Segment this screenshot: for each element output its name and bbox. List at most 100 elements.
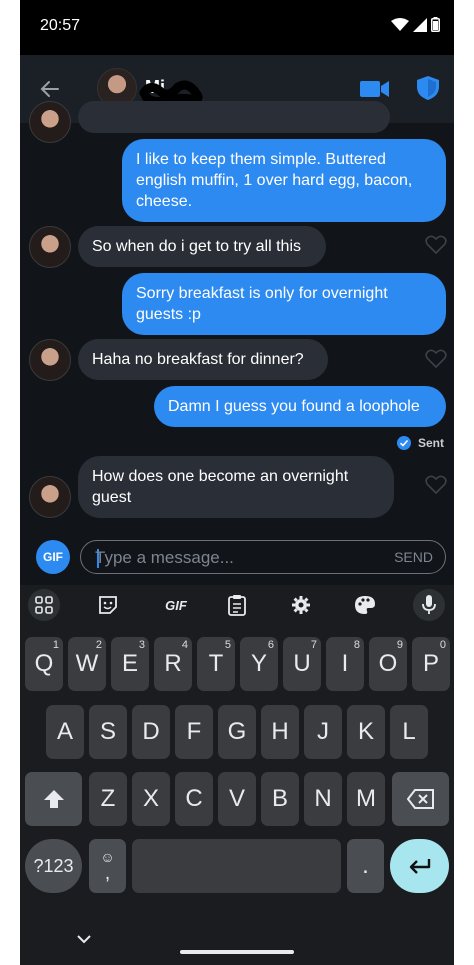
key-e[interactable]: E3	[111, 637, 149, 691]
key-r[interactable]: R4	[154, 637, 192, 691]
key-f[interactable]: F	[175, 705, 213, 759]
keyboard-toolbar: GIF	[20, 585, 454, 625]
contact-avatar	[29, 476, 71, 518]
sent-label: Sent	[418, 436, 445, 450]
key-number-hint: 9	[396, 639, 403, 651]
key-label: O	[378, 650, 398, 677]
backspace-icon	[406, 789, 434, 809]
key-number-hint: 5	[224, 639, 231, 651]
message-bubble-incoming: Haha no breakfast for dinner?	[78, 339, 328, 380]
key-number-hint: 7	[310, 639, 317, 651]
video-call-icon[interactable]	[360, 79, 390, 99]
wifi-icon	[391, 17, 409, 31]
clipboard-icon[interactable]	[221, 589, 253, 621]
key-number-hint: 1	[52, 639, 59, 651]
message-bubble-outgoing: Sorry breakfast is only for overnight gu…	[122, 273, 446, 335]
space-key[interactable]	[132, 839, 341, 893]
key-l[interactable]: L	[390, 705, 428, 759]
message-field[interactable]: SEND	[80, 540, 446, 574]
key-number-hint: 6	[267, 639, 274, 651]
message-bubble-incoming	[78, 101, 390, 133]
like-heart-icon[interactable]	[425, 235, 447, 255]
contact-avatar	[29, 101, 71, 143]
system-nav-bar	[20, 925, 454, 965]
key-label: W	[75, 650, 99, 677]
key-k[interactable]: K	[347, 705, 385, 759]
key-h[interactable]: H	[261, 705, 299, 759]
comma-label: ,	[104, 862, 111, 884]
battery-icon	[431, 17, 440, 32]
status-icons	[391, 17, 440, 32]
key-b[interactable]: B	[261, 772, 299, 826]
key-v[interactable]: V	[218, 772, 256, 826]
status-bar: 20:57	[20, 0, 454, 55]
hide-keyboard-chevron-icon[interactable]	[76, 933, 92, 945]
key-m[interactable]: M	[347, 772, 385, 826]
key-w[interactable]: W2	[68, 637, 106, 691]
key-label: E	[121, 650, 138, 677]
key-u[interactable]: U7	[283, 637, 321, 691]
like-heart-icon[interactable]	[425, 349, 447, 369]
theme-palette-icon[interactable]	[349, 589, 381, 621]
home-gesture-pill[interactable]	[180, 950, 294, 954]
key-g[interactable]: G	[218, 705, 256, 759]
emoji-comma-key[interactable]: ☺ ,	[89, 839, 126, 893]
shift-key[interactable]	[25, 772, 82, 826]
settings-gear-icon[interactable]	[285, 589, 317, 621]
key-o[interactable]: O9	[369, 637, 407, 691]
key-d[interactable]: D	[132, 705, 170, 759]
message-input[interactable]	[95, 548, 375, 568]
sent-check-icon	[397, 436, 411, 450]
back-arrow-icon[interactable]	[38, 77, 62, 101]
key-n[interactable]: N	[304, 772, 342, 826]
gif-keyboard-button[interactable]: GIF	[156, 589, 196, 621]
key-number-hint: 2	[95, 639, 102, 651]
key-label: U	[293, 650, 311, 677]
key-label: I	[341, 650, 349, 677]
gif-button[interactable]: GIF	[36, 540, 70, 574]
key-number-hint: 8	[353, 639, 360, 651]
microphone-icon[interactable]	[413, 589, 445, 621]
key-a[interactable]: A	[46, 705, 84, 759]
enter-arrow-icon	[409, 859, 430, 874]
key-label: R	[164, 650, 182, 677]
sent-status: Sent	[396, 435, 444, 451]
key-c[interactable]: C	[175, 772, 213, 826]
key-label: Y	[250, 650, 267, 677]
safety-shield-icon[interactable]	[416, 75, 440, 101]
enter-key[interactable]	[390, 839, 449, 893]
message-bubble-outgoing: Damn I guess you found a loophole	[154, 386, 446, 427]
key-s[interactable]: S	[89, 705, 127, 759]
message-list: I like to keep them simple. Buttered eng…	[20, 101, 454, 530]
message-composer: GIF SEND	[20, 530, 454, 585]
message-bubble-outgoing: I like to keep them simple. Buttered eng…	[122, 139, 446, 222]
sticker-icon[interactable]	[92, 589, 124, 621]
key-p[interactable]: P0	[412, 637, 450, 691]
key-number-hint: 4	[181, 639, 188, 651]
status-time: 20:57	[40, 17, 81, 34]
shift-arrow-icon	[43, 790, 64, 808]
backspace-key[interactable]	[392, 772, 449, 826]
apps-grid-icon[interactable]	[28, 589, 60, 621]
symbols-key[interactable]: ?123	[25, 839, 82, 893]
phone-screen: 20:57 Mi I like to keep them simple. But…	[20, 0, 454, 965]
message-bubble-incoming: So when do i get to try all this	[78, 226, 326, 267]
contact-avatar	[29, 226, 71, 268]
key-j[interactable]: J	[304, 705, 342, 759]
period-key[interactable]: .	[347, 839, 384, 893]
key-q[interactable]: Q1	[25, 637, 63, 691]
key-i[interactable]: I8	[326, 637, 364, 691]
send-button[interactable]: SEND	[394, 549, 433, 565]
key-number-hint: 0	[439, 639, 446, 651]
key-x[interactable]: X	[132, 772, 170, 826]
signal-icon	[413, 17, 427, 32]
message-bubble-incoming: How does one become an overnight guest	[78, 456, 394, 518]
key-z[interactable]: Z	[89, 772, 127, 826]
key-number-hint: 3	[138, 639, 145, 651]
key-t[interactable]: T5	[197, 637, 235, 691]
key-label: Q	[34, 650, 54, 677]
like-heart-icon[interactable]	[425, 475, 447, 495]
contact-avatar	[29, 339, 71, 381]
key-y[interactable]: Y6	[240, 637, 278, 691]
key-label: T	[208, 650, 224, 677]
